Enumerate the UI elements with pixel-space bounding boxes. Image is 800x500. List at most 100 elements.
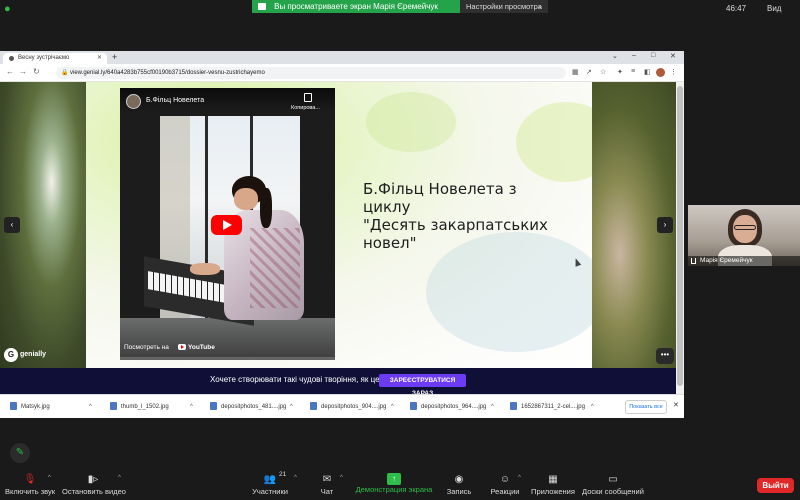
download-item[interactable]: thumb_l_1502.jpg [110,400,169,414]
lock-icon: 🔒 [61,70,69,76]
chevron-up-icon[interactable]: ^ [190,400,193,414]
translate-icon[interactable]: ▦ [572,68,579,76]
watch-on-label[interactable]: Посмотреть на [124,342,169,354]
chevron-up-icon[interactable]: ^ [518,475,521,481]
browser-tab[interactable]: Весну зустрічаємо ✕ [3,53,107,64]
participants-label: Участники [252,487,288,496]
chat-icon: ✉ [322,474,332,485]
chat-label: Чат [320,487,334,496]
stop-video-label: Остановить видео [62,487,126,496]
back-icon[interactable]: ← [6,67,14,76]
watercolor-wash [366,92,456,152]
image-file-icon [510,402,517,411]
chevron-up-icon[interactable]: ^ [491,400,494,414]
scrollbar-thumb[interactable] [677,86,683,386]
page-scrollbar[interactable] [676,82,684,394]
image-file-icon [410,402,417,411]
download-item[interactable]: Matsyk.jpg [10,400,50,414]
youtube-logo-icon[interactable] [178,344,186,350]
next-slide-button[interactable]: › [657,217,673,233]
reload-icon[interactable]: ↻ [33,67,40,76]
chevron-down-icon[interactable]: ⌄ [612,52,618,60]
chevron-up-icon[interactable]: ^ [591,400,594,414]
video-pianist-blouse [250,228,300,308]
reactions-label: Реакции [490,487,520,496]
browser-tab-strip: Весну зустрічаємо ✕ + ⌄ – □ ✕ [0,51,684,64]
youtube-wordmark[interactable]: YouTube [188,342,215,354]
profile-avatar[interactable] [656,68,665,77]
chevron-up-icon[interactable]: ^ [391,400,394,414]
side-panel-icon[interactable]: ◧ [644,68,651,76]
image-file-icon [310,402,317,411]
reading-list-icon[interactable]: ≡ [631,68,635,75]
prev-slide-button[interactable]: ‹ [4,217,20,233]
kebab-menu-icon[interactable]: ⋮ [670,68,677,76]
reactions-button[interactable]: ☺ Реакции [489,473,521,497]
bookmark-star-icon[interactable]: ☆ [600,68,606,76]
record-button[interactable]: ◉ Запись [444,473,474,497]
meeting-toolbar: 🎙 Включить звук ^ ▮▹ Остановить видео ^ … [0,471,800,500]
youtube-play-icon[interactable] [211,215,242,235]
downloads-bar: Matsyk.jpg ^ thumb_l_1502.jpg ^ depositp… [0,394,684,418]
genially-logo-icon[interactable]: G [4,348,18,362]
view-options-label: Настройки просмотра [466,2,542,11]
chevron-up-icon[interactable]: ^ [118,475,121,481]
forward-icon[interactable]: → [19,67,27,76]
chevron-up-icon[interactable]: ^ [48,475,51,481]
apps-button[interactable]: ▦ Приложения [531,473,575,497]
view-options-button[interactable]: Настройки просмотра ⌄ [460,0,548,13]
chevron-up-icon[interactable]: ^ [340,475,343,481]
download-item[interactable]: 1652867311_2-cel....jpg [510,400,585,414]
extensions-icon[interactable]: ✦ [617,68,623,76]
video-pianist-hand [190,263,220,275]
slide-title: Б.Фільц Новелета з циклу "Десять закарпа… [363,180,548,252]
url-text: view.genial.ly/640a4283b755cf00190b3715/… [70,70,265,76]
share-icon[interactable]: ↗ [586,68,592,76]
chevron-up-icon[interactable]: ^ [294,475,297,481]
close-window-icon[interactable]: ✕ [670,52,676,60]
chevron-up-icon[interactable]: ^ [89,400,92,414]
signup-banner: Хочете створювати такі чудові творіння, … [0,368,684,397]
video-progress[interactable] [120,357,335,360]
chat-button[interactable]: ✉ Чат [315,473,339,497]
download-filename: 1652867311_2-cel....jpg [521,404,585,410]
download-item[interactable]: depositphotos_481....jpg [210,400,286,414]
whiteboard-icon: ▭ [608,474,618,485]
video-title[interactable]: Б.Фільц Новелета [146,97,204,104]
mic-icon [691,258,696,264]
download-filename: depositphotos_964....jpg [421,404,487,410]
record-label: Запись [446,487,472,496]
participant-video-tile[interactable]: Марія Єремейчук [688,205,800,266]
maximize-icon[interactable]: □ [651,52,655,59]
video-camera-icon: ▮▹ [87,474,99,485]
leave-meeting-button[interactable]: Выйти [757,478,794,493]
whiteboards-button[interactable]: ▭ Доски сообщений [582,473,644,497]
download-item[interactable]: depositphotos_964....jpg [410,400,486,414]
favicon-icon [9,56,14,61]
show-all-downloads-button[interactable]: Показать все [625,400,667,414]
chevron-up-icon[interactable]: ^ [290,400,293,414]
copy-link-label[interactable]: Копирова... [291,105,320,111]
new-tab-icon[interactable]: + [112,52,117,62]
page-content: Б.Фільц Новелета Копирова... Посмотреть … [0,82,684,368]
download-item[interactable]: depositphotos_904....jpg [310,400,386,414]
download-filename: thumb_l_1502.jpg [121,404,169,410]
minimize-icon[interactable]: – [632,52,636,59]
genially-slide: Б.Фільц Новелета Копирова... Посмотреть … [86,82,592,368]
annotate-pencil-icon[interactable]: ✎ [10,443,30,463]
url-field[interactable]: 🔒 view.genial.ly/640a4283b755cf00190b371… [56,67,566,79]
share-screen-button[interactable]: ↑ Демонстрация экрана [354,473,434,495]
more-options-button[interactable]: ••• [656,348,674,364]
stop-video-button[interactable]: ▮▹ Остановить видео [62,473,126,497]
copy-icon[interactable] [304,93,312,102]
signup-button[interactable]: ЗАРЕЄСТРУВАТИСЯ ЗАРАЗ [379,374,466,397]
share-screen-label: Демонстрация экрана [355,485,433,494]
view-button[interactable]: Вид [767,4,781,13]
apps-label: Приложения [531,487,575,496]
zoom-top-bar: ● Вы просматриваете экран Марія Єремейчу… [0,0,800,18]
genially-brand: genially [20,351,47,358]
channel-avatar[interactable] [126,94,141,109]
close-downloads-icon[interactable]: ✕ [673,401,679,409]
youtube-embed[interactable]: Б.Фільц Новелета Копирова... Посмотреть … [120,88,335,360]
close-tab-icon[interactable]: ✕ [97,53,102,64]
